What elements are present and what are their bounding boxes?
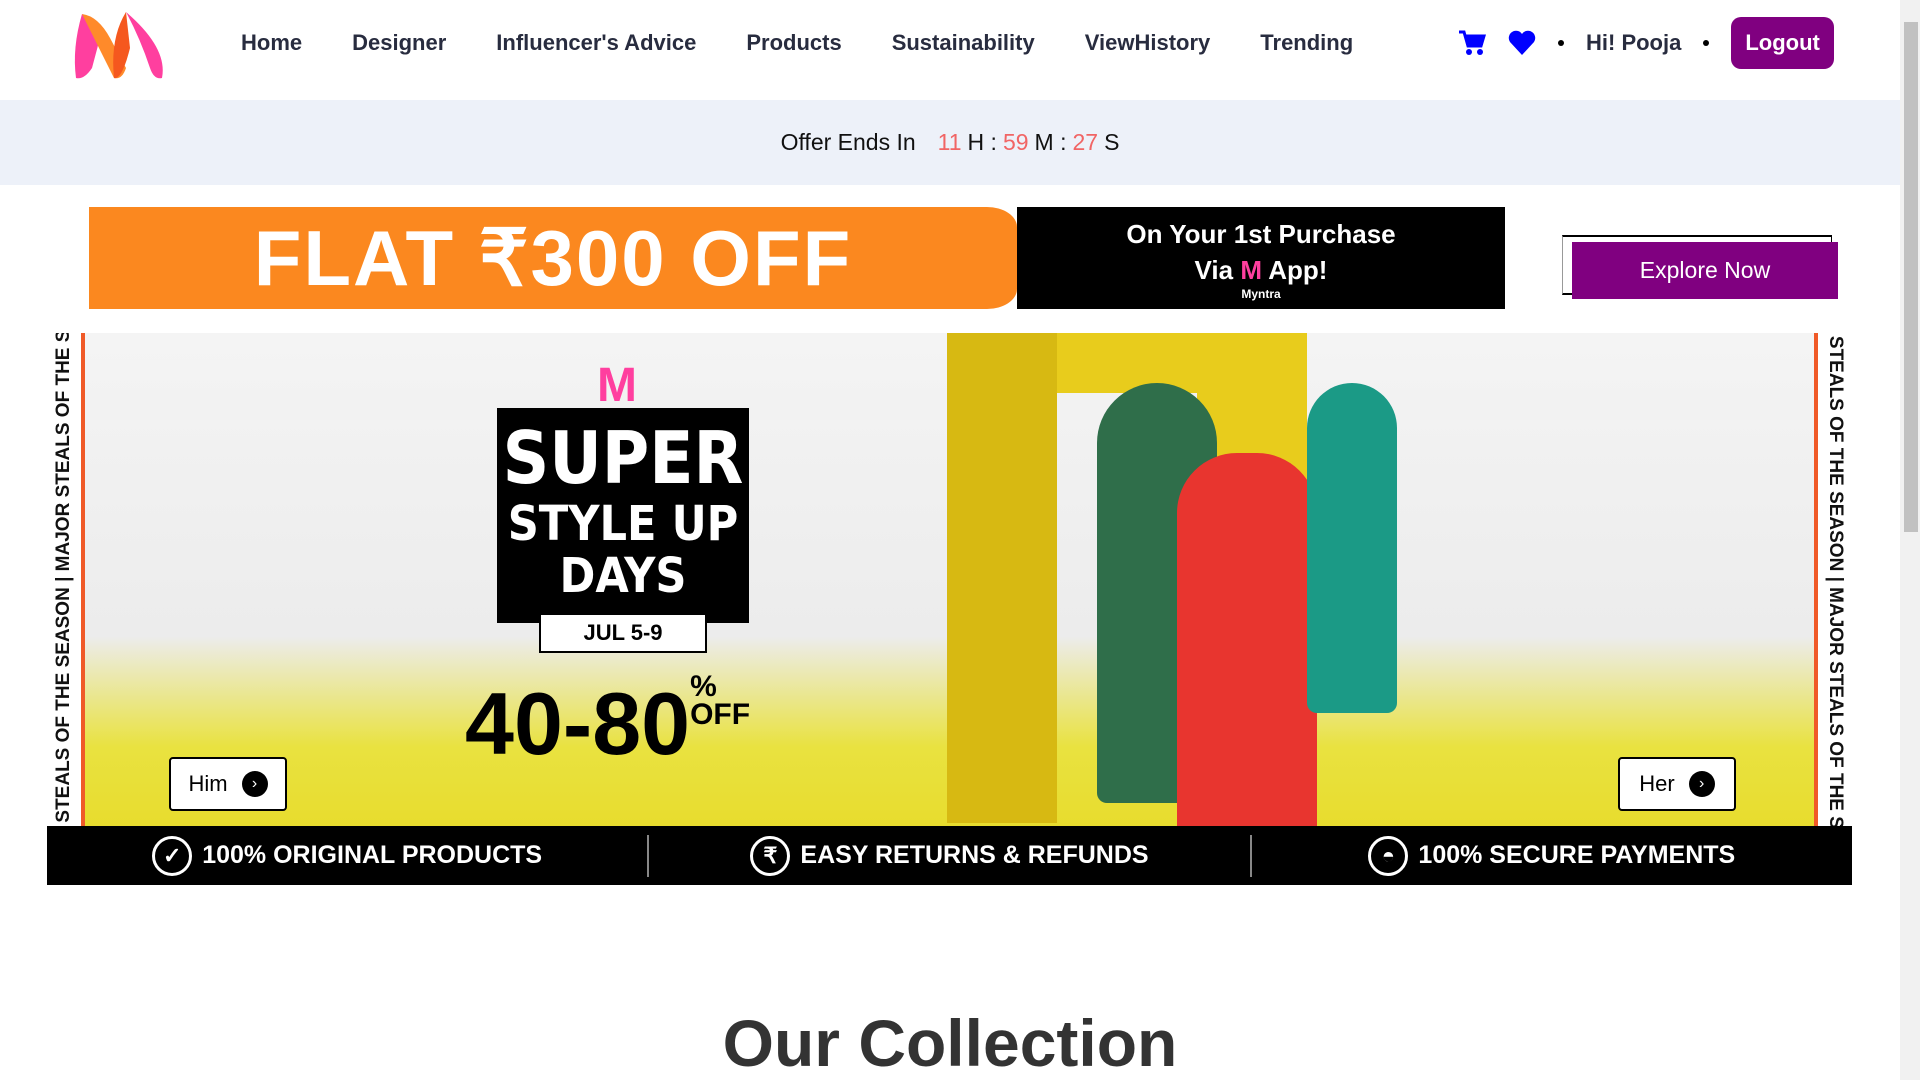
collection-heading: Our Collection xyxy=(722,1006,1178,1080)
model-her-2 xyxy=(1307,383,1397,713)
cart-icon[interactable] xyxy=(1458,30,1486,56)
seconds: 27 xyxy=(1072,129,1099,155)
promo-line1: On Your 1st Purchase xyxy=(1126,219,1396,249)
nav-home[interactable]: Home xyxy=(241,30,302,56)
scrollbar-thumb[interactable] xyxy=(1904,22,1918,532)
seconds-unit: S xyxy=(1104,129,1120,155)
check-icon: ✓ xyxy=(152,835,193,876)
separator-dot xyxy=(1703,40,1710,46)
nav-sustainability[interactable]: Sustainability xyxy=(892,30,1035,56)
nav-trending[interactable]: Trending xyxy=(1260,30,1353,56)
promo-brand: Myntra xyxy=(1241,287,1281,301)
side-ribbon-left: MAJOR STEALS OF THE SEASON | MAJOR STEAL… xyxy=(47,333,85,885)
hero-banner[interactable]: MAJOR STEALS OF THE SEASON | MAJOR STEAL… xyxy=(47,333,1852,885)
myntra-logo[interactable] xyxy=(70,8,170,80)
minutes: 59 xyxy=(1002,129,1029,155)
side-ribbon-right: MAJOR STEALS OF THE SEASON | MAJOR STEAL… xyxy=(1814,333,1852,885)
top-nav: Home Designer Influencer's Advice Produc… xyxy=(0,0,1900,100)
discount: 40-80% OFF xyxy=(465,670,751,774)
offer-label: Offer Ends In xyxy=(780,129,916,155)
scrollbar[interactable] xyxy=(1900,0,1920,1080)
separator-dot xyxy=(1558,40,1564,46)
heart-icon[interactable] xyxy=(1508,30,1536,56)
chevron-right-icon: › xyxy=(1688,771,1715,797)
explore-now-button[interactable]: Explore Now xyxy=(1572,242,1838,299)
rupee-icon: ₹ xyxy=(750,835,791,876)
nav-designer[interactable]: Designer xyxy=(352,30,446,56)
promo-banner[interactable]: FLAT ₹300 OFF On Your 1st Purchase Via M… xyxy=(89,207,1505,309)
myntra-logo-small: M xyxy=(597,359,637,412)
offer-countdown: Offer Ends In 11 H : 59 M : 27 S xyxy=(0,100,1900,185)
shield-icon: ◓ xyxy=(1368,835,1409,876)
logout-button[interactable]: Logout xyxy=(1731,17,1834,69)
sale-date: JUL 5-9 xyxy=(539,613,707,653)
hours-unit: H : xyxy=(967,129,997,155)
nav-products[interactable]: Products xyxy=(746,30,841,56)
user-greeting: Hi! Pooja xyxy=(1586,30,1682,55)
shop-her-button[interactable]: Her › xyxy=(1618,757,1736,811)
model-her xyxy=(1177,453,1317,853)
trust-bar: ✓ 100% ORIGINAL PRODUCTS ₹ EASY RETURNS & … xyxy=(47,826,1852,885)
promo-line2: Via M App! xyxy=(1194,255,1328,285)
chevron-right-icon: › xyxy=(241,771,268,797)
flat-off-text: FLAT ₹300 OFF xyxy=(89,207,1017,309)
sale-title: SUPER STYLE UP DAYS xyxy=(497,408,749,623)
shop-him-button[interactable]: Him › xyxy=(169,757,287,811)
minutes-unit: M : xyxy=(1034,129,1067,155)
hours: 11 xyxy=(937,129,962,155)
nav-view-history[interactable]: ViewHistory xyxy=(1085,30,1211,56)
nav-influencers-advice[interactable]: Influencer's Advice xyxy=(496,30,696,56)
